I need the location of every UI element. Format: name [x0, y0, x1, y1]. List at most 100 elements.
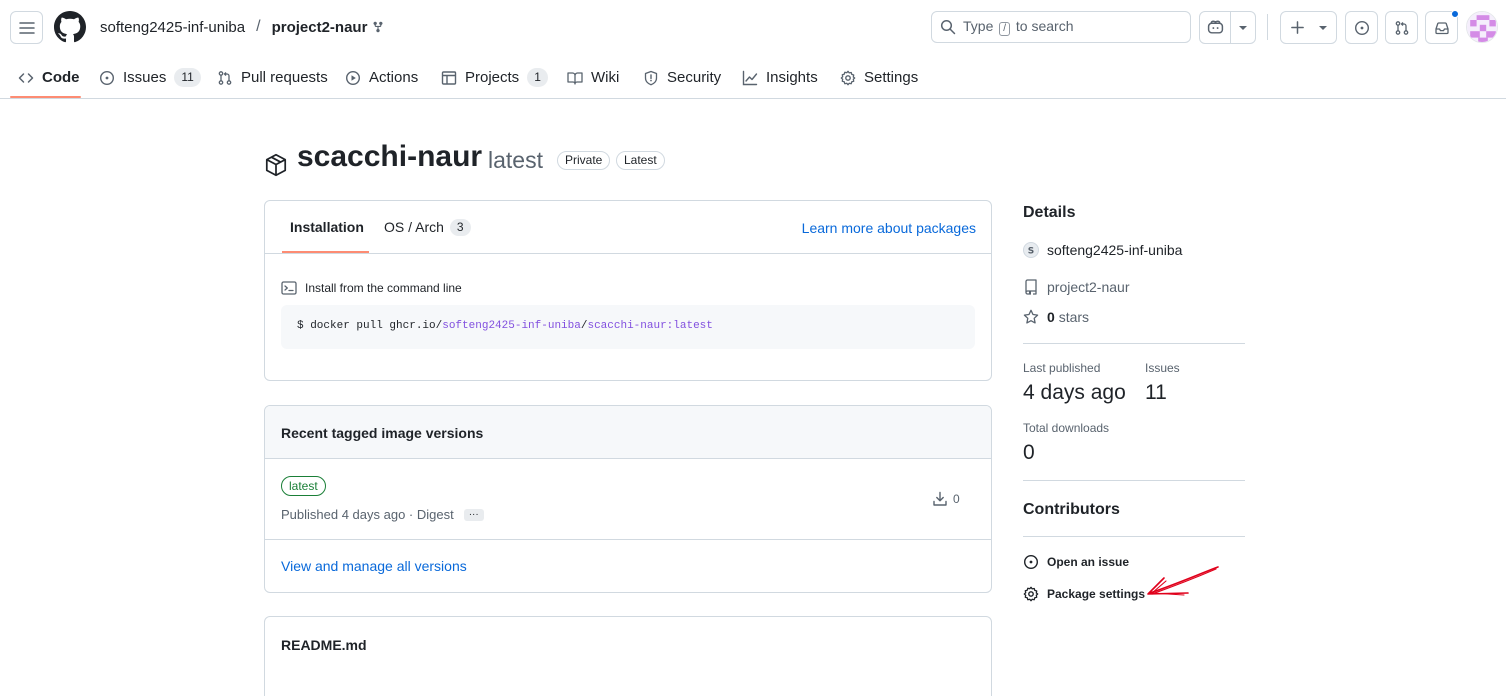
package-icon: [263, 152, 289, 178]
breadcrumb: softeng2425-inf-uniba / project2-naur: [100, 18, 384, 36]
version-published-text: Published 4 days ago · Digest: [281, 507, 454, 522]
graph-icon: [742, 70, 758, 85]
issue-opened-icon: [1023, 554, 1039, 570]
sidebar-divider: [1023, 536, 1245, 537]
install-label: Install from the command line: [281, 280, 462, 296]
tab-label: Wiki: [591, 69, 620, 86]
search-input[interactable]: Type / to search: [931, 11, 1191, 43]
tab-installation[interactable]: Installation: [290, 201, 364, 253]
triangle-down-icon[interactable]: [1238, 24, 1248, 32]
gear-icon: [840, 70, 856, 85]
tab-insights[interactable]: Insights: [742, 56, 818, 99]
play-icon: [345, 70, 361, 85]
tab-pull-requests[interactable]: Pull requests: [217, 56, 328, 99]
total-downloads-label: Total downloads: [1023, 421, 1110, 435]
version-tag-label[interactable]: latest: [281, 476, 326, 496]
header-divider: [1267, 14, 1268, 40]
table-icon: [441, 70, 457, 85]
tab-code[interactable]: Code: [18, 56, 80, 99]
star-icon: [1023, 309, 1039, 324]
tab-label: Actions: [369, 69, 419, 86]
shield-icon: [644, 70, 658, 85]
digest-expand-button[interactable]: ···: [463, 508, 484, 521]
sidebar-divider: [1023, 343, 1245, 344]
your-pull-requests-button[interactable]: [1385, 11, 1418, 44]
open-issue-label: Open an issue: [1047, 555, 1130, 569]
search-shortcut-key: /: [999, 22, 1011, 36]
notification-dot: [1451, 10, 1459, 18]
search-suffix: to search: [1015, 18, 1074, 34]
copilot-icon: [1207, 20, 1224, 34]
copilot-button[interactable]: [1199, 11, 1256, 44]
owner-link[interactable]: S softeng2425-inf-uniba: [1023, 242, 1182, 258]
git-pull-request-icon: [1395, 20, 1408, 35]
tab-label: Code: [42, 69, 80, 86]
tab-os-arch[interactable]: OS / Arch 3: [384, 201, 471, 253]
version-meta: Published 4 days ago · Digest ···: [281, 507, 484, 522]
tab-label: Settings: [864, 69, 919, 86]
repo-nav: Code Issues 11 Pull requests Actions Pro…: [0, 56, 1506, 99]
owner-name: softeng2425-inf-uniba: [1047, 242, 1183, 258]
git-pull-request-icon: [218, 70, 232, 85]
repo-name: project2-naur: [1047, 279, 1130, 295]
copilot-split-divider: [1230, 12, 1231, 43]
stars-link[interactable]: 0 stars: [1023, 309, 1089, 325]
global-header: softeng2425-inf-uniba / project2-naur Ty…: [0, 0, 1506, 56]
breadcrumb-owner-link[interactable]: softeng2425-inf-uniba: [100, 19, 245, 36]
tab-label: Projects: [465, 69, 520, 86]
issues-count-badge: 11: [174, 68, 201, 87]
search-prefix: Type: [963, 18, 994, 34]
user-avatar-icon: [1467, 12, 1497, 42]
tab-label: Insights: [766, 69, 818, 86]
selected-tab-indicator: [10, 96, 81, 98]
issues-value[interactable]: 11: [1145, 381, 1167, 405]
os-arch-count-badge: 3: [449, 218, 471, 236]
menu-button[interactable]: [10, 11, 43, 44]
projects-count-badge: 1: [527, 68, 548, 87]
breadcrumb-separator: /: [256, 18, 261, 35]
tab-projects[interactable]: Projects 1: [441, 56, 548, 99]
latest-badge: Latest: [616, 151, 665, 170]
repo-icon: [1025, 279, 1037, 295]
avatar[interactable]: [1466, 11, 1498, 43]
github-logo-icon[interactable]: [54, 11, 86, 43]
create-new-button[interactable]: [1280, 11, 1337, 44]
hamburger-icon: [18, 21, 35, 34]
last-published-value: 4 days ago: [1023, 381, 1126, 404]
readme-heading: README.md: [281, 637, 367, 653]
issue-opened-icon: [99, 70, 115, 85]
installation-tabs: Installation OS / Arch 3 Learn more abou…: [265, 201, 991, 254]
tab-issues[interactable]: Issues 11: [99, 56, 201, 99]
tab-security[interactable]: Security: [643, 56, 721, 99]
tab-actions[interactable]: Actions: [345, 56, 418, 99]
tab-wiki[interactable]: Wiki: [567, 56, 619, 99]
download-count: 0: [953, 492, 960, 506]
repo-link[interactable]: project2-naur: [1023, 279, 1130, 295]
breadcrumb-repo-link[interactable]: project2-naur: [272, 19, 368, 36]
tab-settings[interactable]: Settings: [840, 56, 918, 99]
your-issues-button[interactable]: [1345, 11, 1378, 44]
repo-forked-icon: [372, 21, 384, 33]
command-image: scacchi-naur:latest: [587, 320, 713, 332]
inbox-icon: [1434, 21, 1449, 34]
last-published-label: Last published: [1023, 361, 1101, 375]
contributors-heading: Contributors: [1023, 501, 1120, 518]
versions-panel: Recent tagged image versions latest Publ…: [264, 405, 992, 593]
terminal-icon: [281, 281, 297, 295]
details-heading: Details: [1023, 204, 1076, 221]
private-badge: Private: [557, 151, 611, 170]
package-settings-link[interactable]: Package settings: [1023, 586, 1145, 602]
triangle-down-icon: [1319, 26, 1327, 30]
learn-more-link[interactable]: Learn more about packages: [802, 220, 976, 236]
command-owner: softeng2425-inf-uniba: [442, 320, 581, 332]
install-label-text: Install from the command line: [305, 281, 462, 295]
download-icon: [933, 491, 947, 506]
stars-count: 0: [1047, 309, 1055, 325]
view-all-versions-link[interactable]: View and manage all versions: [265, 539, 991, 592]
package-tag: latest: [488, 147, 543, 173]
install-command[interactable]: $ docker pull ghcr.io/softeng2425-inf-un…: [281, 305, 975, 349]
issue-opened-icon: [1354, 20, 1369, 35]
open-issue-link[interactable]: Open an issue: [1023, 554, 1129, 570]
tab-label: Pull requests: [241, 69, 328, 86]
code-icon: [18, 72, 34, 83]
